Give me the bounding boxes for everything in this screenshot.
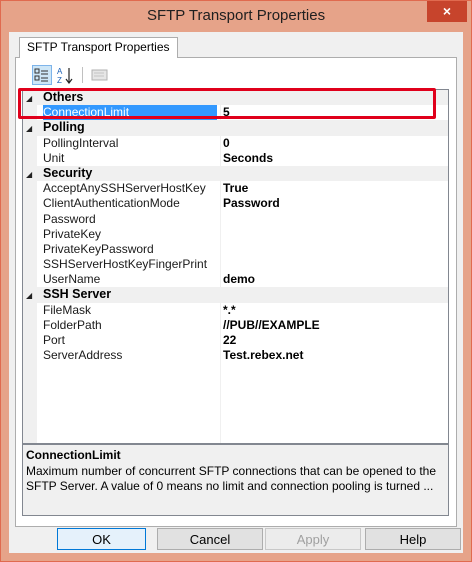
tab-panel: A Z ◢ Others ConnectionLimit 5 ◢ Polling… bbox=[15, 57, 457, 527]
categorized-view-icon bbox=[34, 68, 48, 82]
alphabetical-sort-button[interactable]: A Z bbox=[56, 65, 76, 85]
collapse-icon[interactable]: ◢ bbox=[26, 91, 32, 106]
description-text: Maximum number of concurrent SFTP connec… bbox=[26, 464, 437, 493]
description-pane: ConnectionLimit Maximum number of concur… bbox=[22, 444, 449, 516]
property-value[interactable]: Seconds bbox=[223, 151, 273, 166]
cancel-button[interactable]: Cancel bbox=[157, 528, 263, 550]
property-name: PrivateKeyPassword bbox=[43, 241, 154, 256]
property-name: SSHServerHostKeyFingerPrint bbox=[43, 257, 208, 272]
property-name: Password bbox=[43, 211, 96, 226]
property-row[interactable]: ServerAddress Test.rebex.net bbox=[23, 348, 448, 363]
property-name: FileMask bbox=[43, 302, 92, 317]
property-value[interactable]: demo bbox=[223, 272, 255, 287]
property-name: ClientAuthenticationMode bbox=[43, 196, 180, 211]
close-button[interactable]: × bbox=[427, 1, 467, 22]
category-row[interactable]: ◢ Security bbox=[23, 165, 448, 182]
property-name: UserName bbox=[43, 272, 101, 287]
property-value[interactable]: 5 bbox=[223, 105, 230, 120]
property-grid: ◢ Others ConnectionLimit 5 ◢ Polling PollingIn… bbox=[22, 89, 449, 444]
close-icon: × bbox=[442, 3, 452, 19]
collapse-icon[interactable]: ◢ bbox=[26, 121, 32, 136]
property-name: AcceptAnySSHServerHostKey bbox=[43, 181, 206, 196]
tab-sftp-transport-properties[interactable]: SFTP Transport Properties bbox=[19, 37, 178, 58]
toolbar-separator bbox=[82, 67, 83, 83]
category-label: SSH Server bbox=[43, 287, 112, 302]
property-row[interactable]: Password bbox=[23, 212, 448, 227]
property-row[interactable]: PrivateKeyPassword bbox=[23, 242, 448, 257]
ok-button[interactable]: OK bbox=[57, 528, 146, 550]
alphabetical-sort-icon: A Z bbox=[57, 67, 73, 85]
category-label: Security bbox=[43, 165, 93, 180]
category-row[interactable]: ◢ Polling bbox=[23, 120, 448, 136]
property-pages-button[interactable] bbox=[90, 65, 110, 85]
property-value[interactable]: *.* bbox=[223, 303, 236, 318]
category-row[interactable]: ◢ Others bbox=[23, 90, 448, 106]
property-name: ServerAddress bbox=[43, 348, 123, 363]
property-name: PrivateKey bbox=[43, 226, 102, 241]
property-grid-toolbar: A Z bbox=[22, 64, 448, 86]
property-name: Port bbox=[43, 333, 66, 347]
property-value[interactable]: Password bbox=[223, 196, 280, 211]
property-row[interactable]: SSHServerHostKeyFingerPrint bbox=[23, 257, 448, 272]
title-bar[interactable]: SFTP Transport Properties × bbox=[1, 1, 471, 32]
category-row[interactable]: ◢ SSH Server bbox=[23, 287, 448, 303]
property-rows: ◢ Others ConnectionLimit 5 ◢ Polling PollingIn… bbox=[23, 90, 448, 363]
property-row[interactable]: PrivateKey bbox=[23, 227, 448, 242]
collapse-icon[interactable]: ◢ bbox=[26, 288, 32, 303]
svg-text:A: A bbox=[57, 67, 63, 76]
property-row[interactable]: Port 22 bbox=[23, 333, 448, 348]
apply-button[interactable]: Apply bbox=[265, 528, 361, 550]
property-row[interactable]: FolderPath //PUB//EXAMPLE bbox=[23, 318, 448, 333]
description-title: ConnectionLimit bbox=[26, 448, 121, 462]
property-value[interactable]: 22 bbox=[223, 333, 236, 348]
property-row[interactable]: PollingInterval 0 bbox=[23, 136, 448, 151]
property-value[interactable]: True bbox=[223, 181, 248, 196]
collapse-icon[interactable]: ◢ bbox=[26, 167, 32, 182]
property-row[interactable]: Unit Seconds bbox=[23, 151, 448, 166]
categorized-view-button[interactable] bbox=[32, 65, 52, 85]
property-value[interactable]: Test.rebex.net bbox=[223, 348, 303, 363]
property-value[interactable]: //PUB//EXAMPLE bbox=[223, 318, 320, 333]
properties-dialog: SFTP Transport Properties × SFTP Transpo… bbox=[0, 0, 472, 562]
property-name: FolderPath bbox=[43, 317, 102, 332]
svg-text:Z: Z bbox=[57, 76, 62, 85]
property-row[interactable]: UserName demo bbox=[23, 272, 448, 287]
property-name: ConnectionLimit bbox=[43, 105, 217, 121]
help-button[interactable]: Help bbox=[365, 528, 461, 550]
category-label: Others bbox=[43, 90, 84, 104]
property-name: PollingInterval bbox=[43, 135, 119, 150]
property-pages-icon bbox=[91, 69, 108, 81]
dialog-client-area: SFTP Transport Properties A Z ◢ Others C… bbox=[9, 32, 463, 553]
property-row[interactable]: AcceptAnySSHServerHostKey True bbox=[23, 181, 448, 196]
property-name: Unit bbox=[43, 150, 65, 165]
property-row[interactable]: ConnectionLimit 5 bbox=[23, 105, 448, 121]
property-row[interactable]: ClientAuthenticationMode Password bbox=[23, 196, 448, 211]
property-row[interactable]: FileMask *.* bbox=[23, 303, 448, 318]
window-title: SFTP Transport Properties bbox=[146, 7, 326, 24]
property-value[interactable]: 0 bbox=[223, 136, 230, 151]
category-label: Polling bbox=[43, 120, 85, 135]
